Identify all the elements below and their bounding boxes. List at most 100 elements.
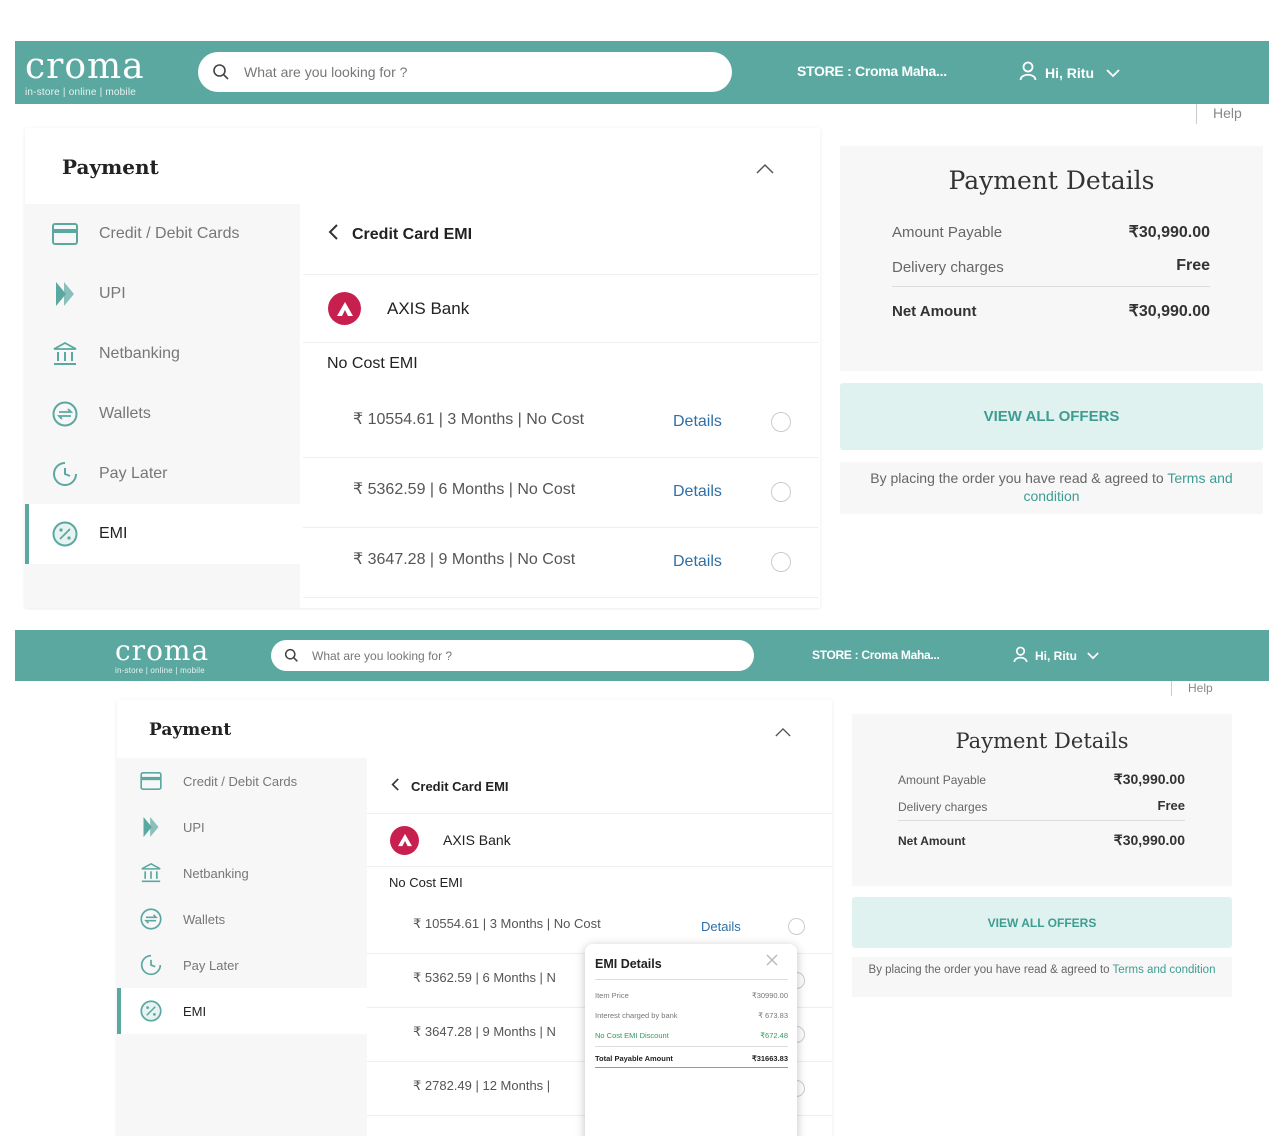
emi-header-label: Credit Card EMI [411,778,509,794]
delivery-charges-label: Delivery charges [892,259,1004,276]
upi-icon [51,280,79,308]
clock-icon [139,953,163,977]
user-menu[interactable]: Hi, Ritu [1019,61,1120,84]
emi-plan-radio[interactable] [771,482,791,502]
user-menu[interactable]: Hi, Ritu [1013,646,1099,666]
emi-plan-label: ₹ 5362.59 | 6 Months | No Cost [353,481,576,498]
method-pay-later[interactable]: Pay Later [25,444,300,504]
bank-icon [51,340,79,368]
user-greeting: Hi, Ritu [1045,64,1094,81]
emi-plan-label: ₹ 5362.59 | 6 Months | N [413,970,556,985]
emi-plan-label: ₹ 2782.49 | 12 Months | [413,1078,551,1093]
amount-payable-label: Amount Payable [892,224,1003,241]
chevron-up-icon[interactable] [775,724,791,742]
chevron-up-icon[interactable] [756,161,774,179]
search-bar[interactable] [198,52,732,92]
emi-details-modal: EMI Details Item Price ₹30990.00 Interes… [585,944,797,1136]
method-upi[interactable]: UPI [117,804,367,850]
bank-row[interactable]: AXIS Bank [303,275,818,343]
payment-details-card: Payment Details Amount Payable ₹30,990.0… [840,146,1263,371]
croma-logo[interactable]: croma in-store | online | mobile [25,46,145,99]
item-price-label: Item Price [595,991,629,1000]
help-link[interactable]: Help [1171,681,1213,696]
axis-bank-logo [328,292,361,325]
close-icon[interactable] [765,953,779,972]
emi-plan-label: ₹ 3647.28 | 9 Months | No Cost [353,551,576,568]
bank-row[interactable]: AXIS Bank [367,814,832,867]
emi-plan-label: ₹ 3647.28 | 9 Months | N [413,1024,556,1039]
method-label: UPI [99,285,126,302]
emi-plan-radio[interactable] [788,918,805,935]
amount-payable-value: ₹30,990.00 [1113,771,1185,787]
discount-value: ₹672.48 [760,1031,788,1040]
payment-details-title: Payment Details [955,729,1129,753]
method-emi[interactable]: EMI [117,988,367,1034]
method-label: Pay Later [183,957,239,973]
net-amount-value: ₹30,990.00 [1128,303,1210,320]
divider [892,286,1210,287]
store-selector[interactable]: STORE : Croma Maha... [812,648,940,662]
method-upi[interactable]: UPI [25,264,300,324]
bank-icon [139,861,163,885]
payment-title: Payment [149,720,232,740]
search-icon [212,63,230,81]
method-credit-debit-cards[interactable]: Credit / Debit Cards [117,758,367,804]
user-greeting: Hi, Ritu [1035,649,1077,663]
emi-plan-radio[interactable] [771,412,791,432]
emi-details-link[interactable]: Details [673,483,722,501]
croma-logo[interactable]: croma in-store | online | mobile [115,637,209,676]
search-input[interactable] [244,64,732,80]
method-label: UPI [183,819,205,835]
total-label: Total Payable Amount [595,1054,673,1063]
method-netbanking[interactable]: Netbanking [25,324,300,384]
emi-plan-row[interactable]: ₹ 3647.28 | 9 Months | No Cost Details [303,528,818,598]
screenshot-after: croma in-store | online | mobile STORE :… [0,614,1282,1136]
method-netbanking[interactable]: Netbanking [117,850,367,896]
delivery-charges-label: Delivery charges [898,800,988,814]
help-link[interactable]: Help [1196,104,1242,124]
interest-value: ₹ 673.83 [758,1011,788,1020]
payment-details-card: Payment Details Amount Payable ₹30,990.0… [852,714,1232,886]
logo-tagline: in-store | online | mobile [115,666,205,675]
view-all-offers-button[interactable]: VIEW ALL OFFERS [840,383,1263,450]
search-bar[interactable] [271,640,754,671]
emi-plan-row[interactable]: ₹ 5362.59 | 6 Months | No Cost Details [303,458,818,528]
amount-payable-label: Amount Payable [898,773,987,787]
chevron-left-icon [391,778,399,794]
card-icon [51,220,79,248]
modal-divider [595,1046,788,1047]
search-input[interactable] [312,648,754,663]
method-label: Credit / Debit Cards [183,773,298,789]
logo-wordmark: croma [25,46,145,87]
emi-details-link[interactable]: Details [673,413,722,431]
terms-notice: By placing the order you have read & agr… [852,957,1232,997]
payment-details-title: Payment Details [948,166,1155,195]
emi-plan-row[interactable]: ₹ 10554.61 | 3 Months | No Cost Details [303,390,818,458]
method-wallets[interactable]: Wallets [117,896,367,942]
method-emi[interactable]: EMI [25,504,300,564]
emi-details-link[interactable]: Details [701,919,741,934]
method-credit-debit-cards[interactable]: Credit / Debit Cards [25,204,300,264]
no-cost-emi-heading: No Cost EMI [389,875,463,890]
upi-icon [139,815,163,839]
chevron-left-icon [328,224,338,245]
emi-back-header[interactable]: Credit Card EMI [328,224,472,245]
payment-title: Payment [62,155,159,179]
emi-plan-radio[interactable] [771,552,791,572]
method-label: Wallets [183,911,226,927]
logo-tagline: in-store | online | mobile [25,87,137,98]
wallet-icon [51,400,79,428]
bank-name: AXIS Bank [443,832,511,848]
emi-details-link[interactable]: Details [673,553,722,571]
method-label: Netbanking [99,345,180,362]
store-selector[interactable]: STORE : Croma Maha... [797,63,947,79]
method-pay-later[interactable]: Pay Later [117,942,367,988]
view-all-offers-button[interactable]: VIEW ALL OFFERS [852,897,1232,948]
user-icon [1019,61,1037,84]
method-wallets[interactable]: Wallets [25,384,300,444]
method-label: Pay Later [99,465,168,482]
method-label: EMI [99,525,128,542]
terms-link[interactable]: Terms and condition [1113,964,1216,976]
net-amount-label: Net Amount [892,303,977,320]
emi-back-header[interactable]: Credit Card EMI [391,778,509,794]
